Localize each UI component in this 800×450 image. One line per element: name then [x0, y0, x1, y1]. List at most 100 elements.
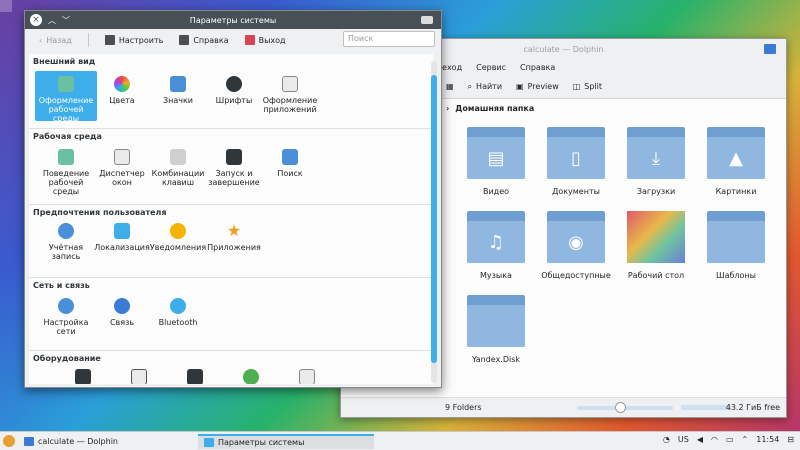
- item-search[interactable]: Поиск: [259, 149, 321, 178]
- folder-pictures-icon: ▲: [707, 127, 765, 179]
- system-settings-window: × ︿ ﹀ Параметры системы ‹ Назад Настроить…: [24, 10, 442, 388]
- zoom-slider-handle[interactable]: [615, 401, 626, 413]
- desktop-thumbnail-icon: [627, 211, 685, 263]
- folder-music[interactable]: ♫ Музыка: [456, 211, 536, 280]
- item-workspace-theme[interactable]: Оформление рабочей среды: [35, 71, 97, 123]
- configure-button[interactable]: Настроить: [99, 33, 170, 47]
- quit-button[interactable]: Выход: [239, 33, 292, 47]
- volume-icon[interactable]: ◀: [697, 435, 703, 444]
- folder-video[interactable]: ▤ Видео: [456, 127, 536, 196]
- folder-label: Yandex.Disk: [471, 355, 521, 364]
- wifi-icon[interactable]: ◠: [711, 435, 718, 444]
- taskbar: calculate — Dolphin Параметры системы ◔ …: [0, 431, 800, 450]
- item-label: Bluetooth: [158, 318, 198, 327]
- startup-icon: [226, 149, 242, 165]
- search-input[interactable]: Поиск: [343, 31, 435, 47]
- yandex-disk-tray-icon[interactable]: ◔: [663, 435, 670, 444]
- item-window-manager[interactable]: Диспетчер окон: [91, 149, 153, 187]
- folder-yandex-disk[interactable]: Yandex.Disk: [456, 295, 536, 364]
- chevron-up-icon[interactable]: ︿: [48, 15, 56, 26]
- scrollbar-thumb[interactable]: [431, 75, 437, 363]
- app-launcher-icon[interactable]: [3, 435, 15, 447]
- item-icons[interactable]: Значки: [147, 76, 209, 105]
- globe-icon: [58, 298, 74, 314]
- user-icon: [58, 223, 74, 239]
- folder-downloads[interactable]: ⤓ Загрузки: [616, 127, 696, 196]
- zoom-slider[interactable]: [577, 401, 673, 413]
- item-label: Локализация: [94, 243, 150, 252]
- folder-label: Документы: [552, 187, 600, 196]
- folder-label: Шаблоны: [716, 271, 756, 280]
- item-shortcuts[interactable]: Комбинации клавиш: [147, 149, 209, 187]
- menu-help[interactable]: Справка: [520, 63, 555, 72]
- item-label: Оформление рабочей среды: [38, 96, 94, 123]
- keyboard-layout[interactable]: US: [678, 435, 689, 444]
- search-icon: ⌕: [467, 81, 473, 91]
- colors-icon: [114, 76, 130, 92]
- item-workspace-behavior[interactable]: Поведение рабочей среды: [35, 149, 97, 196]
- split-button[interactable]: ◫ Split: [573, 82, 602, 91]
- item-label: Приложения: [207, 243, 261, 252]
- section-hardware: Оборудование: [29, 350, 433, 384]
- section-title: Оборудование: [33, 354, 101, 363]
- show-desktop-icon[interactable]: ⊟: [787, 435, 794, 444]
- folder-templates[interactable]: Шаблоны: [696, 211, 776, 280]
- folder-desktop[interactable]: Рабочий стол: [616, 211, 696, 280]
- menu-tools[interactable]: Сервис: [476, 63, 506, 72]
- folder-public[interactable]: ◉ Общедоступные: [536, 211, 616, 280]
- item-app-style[interactable]: Оформление приложений: [259, 76, 321, 114]
- desktop-toolbox[interactable]: [0, 0, 12, 12]
- workspace-theme-icon: [58, 76, 74, 92]
- close-icon[interactable]: ×: [30, 14, 42, 26]
- item-hardware-3[interactable]: [164, 369, 226, 384]
- item-fonts[interactable]: Шрифты: [203, 76, 265, 105]
- view-mode-button[interactable]: ▦: [446, 82, 454, 91]
- task-system-settings[interactable]: Параметры системы: [198, 434, 374, 449]
- item-bluetooth[interactable]: Bluetooth: [147, 298, 209, 327]
- folder-documents[interactable]: ▯ Документы: [536, 127, 616, 196]
- keyboard-icon: [421, 16, 433, 24]
- item-hardware-5[interactable]: [276, 369, 338, 384]
- chevron-down-icon[interactable]: ﹀: [62, 15, 70, 26]
- dolphin-app-icon: [764, 44, 776, 54]
- monitor-icon: [131, 369, 147, 384]
- notification-icon: [170, 223, 186, 239]
- task-label: calculate — Dolphin: [38, 437, 118, 446]
- section-title: Предпочтения пользователя: [33, 208, 167, 217]
- item-connectivity[interactable]: Связь: [91, 298, 153, 327]
- settings-task-icon: [204, 438, 214, 447]
- item-notifications[interactable]: Уведомления: [147, 223, 209, 252]
- item-account[interactable]: Учётная запись: [35, 223, 97, 261]
- preview-button[interactable]: ▣ Preview: [516, 82, 559, 91]
- split-icon: ◫: [572, 82, 581, 91]
- task-dolphin[interactable]: calculate — Dolphin: [18, 434, 194, 449]
- dolphin-statusbar: 9 Folders 43.2 ГиБ free: [341, 397, 786, 417]
- vertical-scrollbar[interactable]: [431, 61, 437, 383]
- breadcrumb-home[interactable]: Домашняя папка: [455, 104, 534, 113]
- back-button[interactable]: ‹ Назад: [33, 34, 78, 47]
- clock[interactable]: 11:54: [756, 435, 779, 444]
- find-label: Найти: [476, 82, 503, 91]
- section-title: Сеть и связь: [33, 281, 90, 290]
- item-startup-shutdown[interactable]: Запуск и завершение: [203, 149, 265, 187]
- item-label: Диспетчер окон: [99, 169, 145, 187]
- item-colors[interactable]: Цвета: [91, 76, 153, 105]
- item-applications[interactable]: ★ Приложения: [203, 223, 265, 253]
- folder-label: Музыка: [480, 271, 512, 280]
- find-button[interactable]: ⌕ Найти: [468, 82, 502, 92]
- chevron-up-icon[interactable]: ⌃: [742, 435, 749, 444]
- item-network-settings[interactable]: Настройка сети: [35, 298, 97, 336]
- help-button[interactable]: Справка: [173, 33, 234, 47]
- folder-pictures[interactable]: ▲ Картинки: [696, 127, 776, 196]
- folder-video-icon: ▤: [467, 127, 525, 179]
- window-manager-icon: [114, 149, 130, 165]
- app-style-icon: [282, 76, 298, 92]
- battery-icon[interactable]: ▭: [726, 435, 734, 444]
- play-icon: [299, 369, 315, 384]
- item-label: Поведение рабочей среды: [42, 169, 90, 196]
- item-hardware-4[interactable]: [220, 369, 282, 384]
- settings-titlebar[interactable]: × ︿ ﹀ Параметры системы: [25, 11, 441, 29]
- item-hardware-1[interactable]: [52, 369, 114, 384]
- item-hardware-2[interactable]: [108, 369, 170, 384]
- item-localization[interactable]: Локализация: [91, 223, 153, 252]
